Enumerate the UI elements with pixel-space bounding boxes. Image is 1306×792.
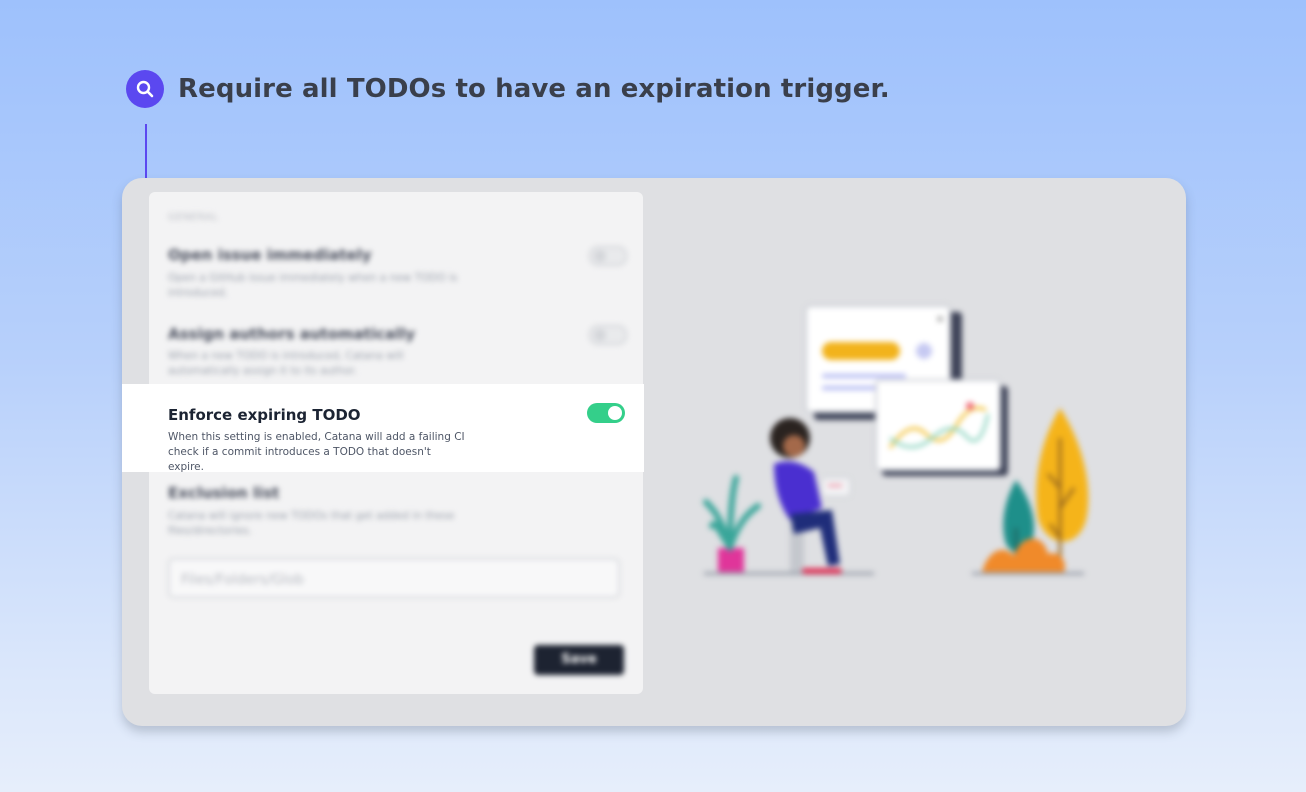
connector-line [145, 124, 147, 180]
illustration: × [703, 305, 1089, 575]
highlighted-setting-row: Enforce expiring TODO When this setting … [122, 384, 644, 473]
setting-desc-exclusion-list: Catana will ignore new TODOs that get ad… [168, 510, 455, 537]
setting-desc-assign-authors: When a new TODO is introduced, Catana wi… [168, 350, 404, 377]
section-label: GENERAL [168, 212, 219, 223]
search-icon [136, 80, 154, 98]
setting-title-exclusion-list: Exclusion list [168, 484, 280, 502]
setting-title-enforce-expiring: Enforce expiring TODO [168, 406, 361, 424]
settings-card: GENERAL Open issue immediately Open a Gi… [122, 178, 1186, 726]
exclusion-input[interactable]: Files/Folders/Glob [168, 558, 620, 598]
headline-text: Require all TODOs to have an expiration … [178, 74, 890, 104]
setting-title-assign-authors: Assign authors automatically [168, 325, 416, 343]
setting-title-open-issue: Open issue immediately [168, 246, 372, 264]
toggle-open-issue[interactable] [589, 246, 627, 266]
setting-desc-enforce-expiring: When this setting is enabled, Catana wil… [168, 431, 465, 473]
save-button[interactable]: Save [534, 645, 624, 675]
setting-desc-open-issue: Open a GitHub issue immediately when a n… [168, 272, 458, 299]
toggle-assign-authors[interactable] [589, 325, 627, 345]
svg-text:×: × [936, 314, 944, 325]
headline-icon-badge [126, 70, 164, 108]
toggle-enforce-expiring[interactable] [587, 403, 625, 423]
